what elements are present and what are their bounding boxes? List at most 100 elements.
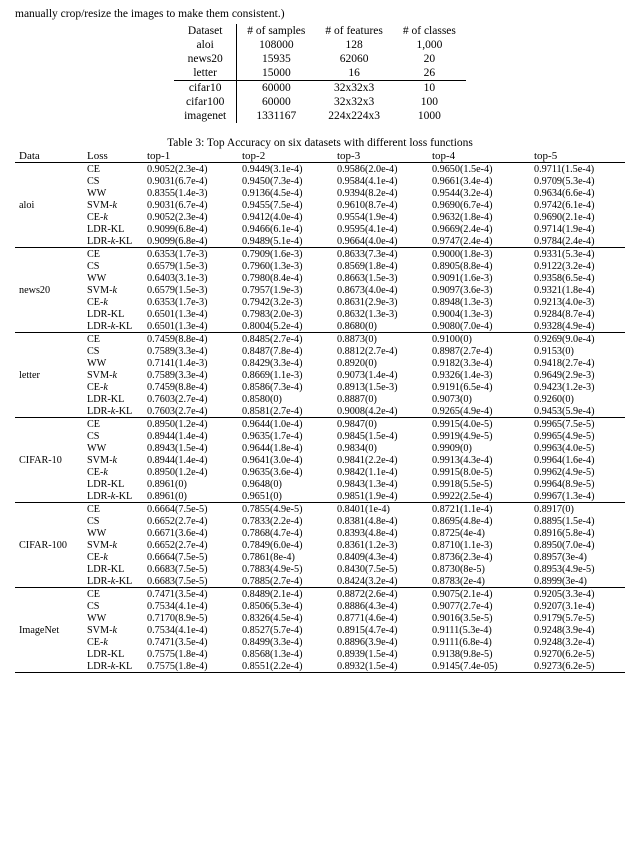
- value-cell: 0.8987(2.7e-4): [428, 345, 530, 357]
- dataset-summary-table: Dataset# of samples# of features# of cla…: [174, 24, 466, 123]
- loss-cell: LDR-KL: [83, 563, 143, 575]
- value-cell: 0.9179(5.7e-5): [530, 612, 625, 624]
- value-cell: 0.9270(6.2e-5): [530, 648, 625, 660]
- value-cell: 0.7868(4.7e-4): [238, 527, 333, 539]
- value-cell: 0.9077(2.7e-4): [428, 600, 530, 612]
- value-cell: 0.7459(8.8e-4): [143, 381, 238, 393]
- value-cell: 0.9328(4.9e-4): [530, 320, 625, 333]
- dataset-cell: 32x32x3: [315, 95, 392, 109]
- value-cell: 0.8783(2e-4): [428, 575, 530, 588]
- value-cell: 0.9690(2.1e-4): [530, 211, 625, 223]
- value-cell: 0.9455(7.5e-4): [238, 199, 333, 211]
- value-cell: 0.9449(3.1e-4): [238, 163, 333, 176]
- acc-header-cell: top-5: [530, 149, 625, 163]
- value-cell: 0.8381(4.8e-4): [333, 515, 428, 527]
- value-cell: 0.8485(2.7e-4): [238, 333, 333, 346]
- value-cell: 0.7575(1.8e-4): [143, 648, 238, 660]
- dataset-cell: 32x32x3: [315, 81, 392, 96]
- loss-cell: CS: [83, 260, 143, 272]
- value-cell: 0.7589(3.3e-4): [143, 369, 238, 381]
- dataset-cell: 10: [393, 81, 466, 96]
- dataset-name-cell: news20: [15, 248, 83, 333]
- value-cell: 0.9595(4.1e-4): [333, 223, 428, 235]
- value-cell: 0.9273(6.2e-5): [530, 660, 625, 673]
- value-cell: 0.7942(3.2e-3): [238, 296, 333, 308]
- value-cell: 0.9915(4.0e-5): [428, 418, 530, 431]
- value-cell: 0.9248(3.9e-4): [530, 624, 625, 636]
- value-cell: 0.9669(2.4e-4): [428, 223, 530, 235]
- loss-cell: SVM-k: [83, 539, 143, 551]
- value-cell: 0.6579(1.5e-3): [143, 284, 238, 296]
- value-cell: 0.9099(6.8e-4): [143, 235, 238, 248]
- value-cell: 0.8680(0): [333, 320, 428, 333]
- loss-cell: WW: [83, 187, 143, 199]
- loss-cell: LDR-k-KL: [83, 235, 143, 248]
- value-cell: 0.9099(6.8e-4): [143, 223, 238, 235]
- dataset-cell: 108000: [237, 38, 316, 52]
- loss-cell: LDR-KL: [83, 393, 143, 405]
- value-cell: 0.7861(8e-4): [238, 551, 333, 563]
- value-cell: 0.9784(2.4e-4): [530, 235, 625, 248]
- value-cell: 0.9965(4.9e-5): [530, 430, 625, 442]
- value-cell: 0.7603(2.7e-4): [143, 393, 238, 405]
- value-cell: 0.6501(1.3e-4): [143, 320, 238, 333]
- value-cell: 0.9964(1.6e-4): [530, 454, 625, 466]
- value-cell: 0.8429(3.3e-4): [238, 357, 333, 369]
- value-cell: 0.8812(2.7e-4): [333, 345, 428, 357]
- dataset-cell: 1331167: [237, 109, 316, 123]
- value-cell: 0.8669(1.1e-3): [238, 369, 333, 381]
- value-cell: 0.9586(2.0e-4): [333, 163, 428, 176]
- value-cell: 0.9661(3.4e-4): [428, 175, 530, 187]
- value-cell: 0.8961(0): [143, 478, 238, 490]
- value-cell: 0.6579(1.5e-3): [143, 260, 238, 272]
- value-cell: 0.9842(1.1e-4): [333, 466, 428, 478]
- value-cell: 0.8568(1.3e-4): [238, 648, 333, 660]
- value-cell: 0.9111(5.3e-4): [428, 624, 530, 636]
- loss-cell: LDR-k-KL: [83, 405, 143, 418]
- value-cell: 0.9394(8.2e-4): [333, 187, 428, 199]
- accuracy-table: DataLosstop-1top-2top-3top-4top-5aloiCE0…: [15, 149, 625, 673]
- value-cell: 0.9423(1.2e-3): [530, 381, 625, 393]
- value-cell: 0.8736(2.3e-4): [428, 551, 530, 563]
- value-cell: 0.7855(4.9e-5): [238, 503, 333, 516]
- loss-cell: WW: [83, 442, 143, 454]
- value-cell: 0.9031(6.7e-4): [143, 199, 238, 211]
- dataset-cell: 1,000: [393, 38, 466, 52]
- value-cell: 0.9182(3.3e-4): [428, 357, 530, 369]
- dataset-cell: 60000: [237, 95, 316, 109]
- value-cell: 0.8355(1.4e-3): [143, 187, 238, 199]
- value-cell: 0.8430(7.5e-5): [333, 563, 428, 575]
- value-cell: 0.9634(6.6e-4): [530, 187, 625, 199]
- value-cell: 0.8872(2.6e-4): [333, 588, 428, 601]
- value-cell: 0.9909(0): [428, 442, 530, 454]
- value-cell: 0.9466(6.1e-4): [238, 223, 333, 235]
- acc-header-cell: Loss: [83, 149, 143, 163]
- dataset-name-cell: aloi: [15, 163, 83, 248]
- value-cell: 0.9963(4.0e-5): [530, 442, 625, 454]
- loss-cell: SVM-k: [83, 369, 143, 381]
- value-cell: 0.9554(1.9e-4): [333, 211, 428, 223]
- value-cell: 0.7170(8.9e-5): [143, 612, 238, 624]
- value-cell: 0.9138(9.8e-5): [428, 648, 530, 660]
- value-cell: 0.8913(1.5e-3): [333, 381, 428, 393]
- value-cell: 0.9418(2.7e-4): [530, 357, 625, 369]
- dataset-name-cell: CIFAR-100: [15, 503, 83, 588]
- value-cell: 0.9847(0): [333, 418, 428, 431]
- acc-header-cell: top-2: [238, 149, 333, 163]
- value-cell: 0.8489(2.1e-4): [238, 588, 333, 601]
- table3-caption: Table 3: Top Accuracy on six datasets wi…: [15, 137, 625, 149]
- value-cell: 0.8721(1.1e-4): [428, 503, 530, 516]
- value-cell: 0.9331(5.3e-4): [530, 248, 625, 261]
- loss-cell: SVM-k: [83, 624, 143, 636]
- loss-cell: CS: [83, 430, 143, 442]
- value-cell: 0.7534(4.1e-4): [143, 624, 238, 636]
- value-cell: 0.8586(7.3e-4): [238, 381, 333, 393]
- value-cell: 0.7909(1.6e-3): [238, 248, 333, 261]
- value-cell: 0.8920(0): [333, 357, 428, 369]
- value-cell: 0.9649(2.9e-3): [530, 369, 625, 381]
- value-cell: 0.9153(0): [530, 345, 625, 357]
- value-cell: 0.8950(1.2e-4): [143, 466, 238, 478]
- value-cell: 0.9075(2.1e-4): [428, 588, 530, 601]
- value-cell: 0.9122(3.2e-4): [530, 260, 625, 272]
- value-cell: 0.9136(4.5e-4): [238, 187, 333, 199]
